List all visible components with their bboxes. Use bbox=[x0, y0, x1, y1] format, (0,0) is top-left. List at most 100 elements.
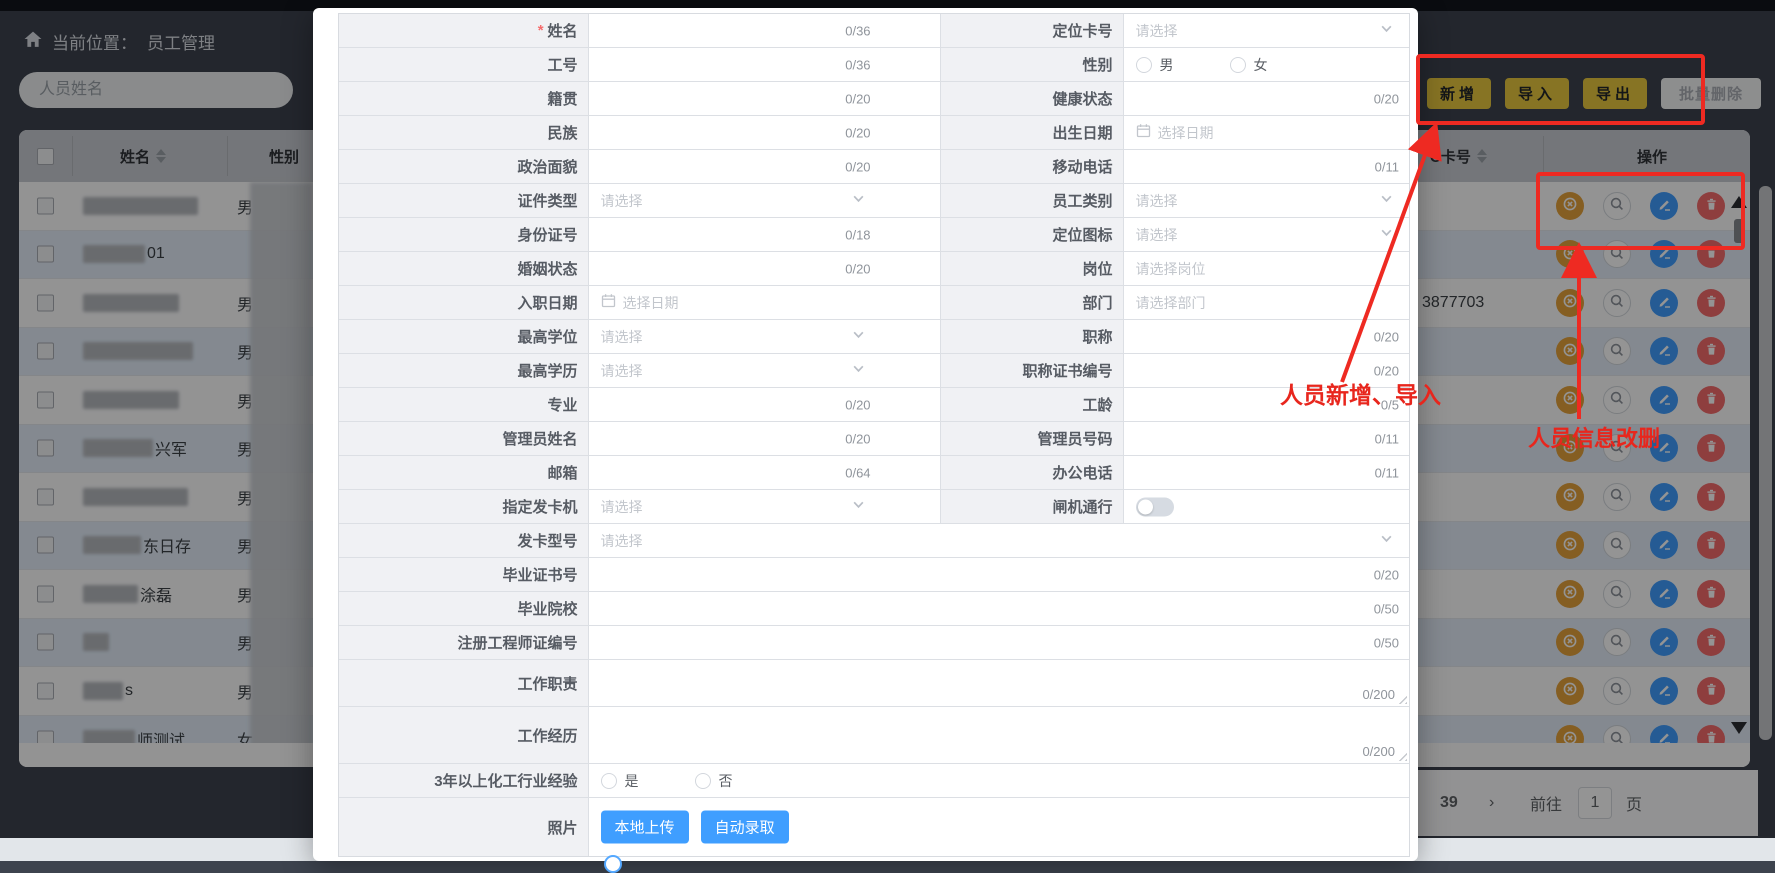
radio-button[interactable] bbox=[695, 773, 711, 789]
input-zone[interactable]: 0/11 bbox=[1124, 456, 1409, 489]
input-zone[interactable]: 请选择岗位 bbox=[1124, 252, 1409, 285]
form-field[interactable]: 0/36 bbox=[589, 14, 940, 47]
form-field[interactable]: 0/5 bbox=[1124, 388, 1409, 421]
form-field[interactable]: 0/20 bbox=[589, 116, 940, 149]
input-zone[interactable]: 0/20 bbox=[589, 116, 881, 149]
radio-button[interactable] bbox=[1230, 57, 1246, 73]
input-zone[interactable]: 0/20 bbox=[1124, 320, 1409, 353]
form-field[interactable]: 0/200 bbox=[589, 660, 1409, 706]
chevron-down-icon[interactable] bbox=[852, 362, 865, 380]
chevron-down-icon[interactable] bbox=[852, 498, 865, 516]
form-field[interactable]: 选择日期 bbox=[1124, 116, 1409, 149]
input-zone[interactable]: 0/11 bbox=[1124, 422, 1409, 455]
form-field[interactable]: 是否 bbox=[589, 764, 1409, 797]
input-zone[interactable]: 0/20 bbox=[1124, 354, 1409, 387]
form-field[interactable] bbox=[1124, 490, 1409, 523]
input-zone[interactable]: 男女 bbox=[1124, 48, 1409, 81]
input-zone[interactable]: 0/50 bbox=[589, 626, 1409, 659]
input-zone[interactable]: 0/200 bbox=[589, 707, 1409, 763]
input-zone[interactable]: 请选择 bbox=[589, 524, 1409, 557]
form-field[interactable]: 请选择 bbox=[589, 490, 940, 523]
chevron-down-icon[interactable] bbox=[852, 192, 865, 210]
input-zone[interactable]: 0/50 bbox=[589, 592, 1409, 625]
input-zone[interactable]: 0/20 bbox=[589, 558, 1409, 591]
input-zone[interactable]: 0/200 bbox=[589, 660, 1409, 706]
input-zone[interactable]: 是否 bbox=[589, 764, 1409, 797]
form-field[interactable]: 请选择岗位 bbox=[1124, 252, 1409, 285]
form-field[interactable]: 请选择部门 bbox=[1124, 286, 1409, 319]
form-field[interactable]: 请选择 bbox=[1124, 14, 1409, 47]
form-field[interactable]: 0/20 bbox=[589, 422, 940, 455]
input-zone[interactable]: 0/20 bbox=[589, 150, 881, 183]
form-field[interactable]: 0/36 bbox=[589, 48, 940, 81]
input-zone[interactable]: 请选择 bbox=[1124, 184, 1409, 217]
form-field[interactable]: 0/20 bbox=[589, 150, 940, 183]
input-zone[interactable]: 请选择 bbox=[589, 320, 881, 353]
input-zone[interactable]: 0/64 bbox=[589, 456, 881, 489]
input-zone[interactable]: 请选择 bbox=[1124, 218, 1409, 251]
form-field[interactable]: 0/11 bbox=[1124, 422, 1409, 455]
input-zone[interactable]: 选择日期 bbox=[589, 286, 881, 319]
resize-handle[interactable] bbox=[1397, 751, 1407, 761]
radio-button[interactable] bbox=[601, 773, 617, 789]
chevron-down-icon[interactable] bbox=[1380, 192, 1393, 210]
input-zone[interactable]: 0/18 bbox=[589, 218, 881, 251]
chevron-down-icon[interactable] bbox=[1380, 226, 1393, 244]
form-field[interactable]: 0/11 bbox=[1124, 456, 1409, 489]
form-field[interactable]: 0/20 bbox=[1124, 82, 1409, 115]
local-upload-button[interactable]: 本地上传 bbox=[601, 811, 689, 844]
form-field[interactable]: 请选择 bbox=[1124, 218, 1409, 251]
input-zone[interactable]: 请选择 bbox=[589, 354, 881, 387]
form-label: 婚姻状态 bbox=[339, 252, 589, 285]
calendar-icon[interactable] bbox=[601, 293, 616, 313]
input-zone[interactable]: 0/20 bbox=[589, 82, 881, 115]
chevron-down-icon[interactable] bbox=[1380, 532, 1393, 550]
form-field[interactable]: 本地上传自动录取 bbox=[589, 798, 1409, 856]
input-zone[interactable]: 0/20 bbox=[589, 388, 881, 421]
form-field[interactable]: 0/64 bbox=[589, 456, 940, 489]
form-field[interactable]: 0/11 bbox=[1124, 150, 1409, 183]
input-zone[interactable]: 请选择 bbox=[1124, 14, 1409, 47]
radio-button[interactable] bbox=[1136, 57, 1152, 73]
form-field[interactable]: 0/20 bbox=[589, 558, 1409, 591]
form-field[interactable]: 请选择 bbox=[1124, 184, 1409, 217]
input-zone[interactable]: 0/20 bbox=[1124, 82, 1409, 115]
form-field[interactable]: 男女 bbox=[1124, 48, 1409, 81]
toggle-switch[interactable] bbox=[1136, 497, 1174, 516]
form-field[interactable]: 请选择 bbox=[589, 524, 1409, 557]
form-field[interactable]: 0/20 bbox=[1124, 354, 1409, 387]
input-zone[interactable]: 0/20 bbox=[589, 252, 881, 285]
input-zone[interactable]: 0/11 bbox=[1124, 150, 1409, 183]
input-zone[interactable]: 0/36 bbox=[589, 48, 881, 81]
calendar-icon[interactable] bbox=[1136, 123, 1151, 143]
form-field[interactable]: 请选择 bbox=[589, 354, 940, 387]
form-label-text: 身份证号 bbox=[518, 224, 578, 245]
chevron-down-icon[interactable] bbox=[1380, 22, 1393, 40]
form-field[interactable]: 请选择 bbox=[589, 320, 940, 353]
form-label-text: 邮箱 bbox=[548, 462, 578, 483]
auto-capture-button[interactable]: 自动录取 bbox=[701, 811, 789, 844]
form-field[interactable]: 0/200 bbox=[589, 707, 1409, 763]
form-field[interactable]: 0/20 bbox=[589, 388, 940, 421]
form-field[interactable]: 0/20 bbox=[1124, 320, 1409, 353]
input-zone[interactable]: 选择日期 bbox=[1124, 116, 1409, 149]
input-zone[interactable]: 0/20 bbox=[589, 422, 881, 455]
input-zone[interactable]: 请选择部门 bbox=[1124, 286, 1409, 319]
form-field[interactable]: 0/50 bbox=[589, 592, 1409, 625]
form-row: 政治面貌0/20移动电话0/11 bbox=[339, 150, 1409, 184]
input-zone[interactable]: 0/5 bbox=[1124, 388, 1409, 421]
form-field[interactable]: 选择日期 bbox=[589, 286, 940, 319]
input-zone[interactable]: 本地上传自动录取 bbox=[589, 798, 1409, 856]
form-field[interactable]: 0/50 bbox=[589, 626, 1409, 659]
form-field[interactable]: 请选择 bbox=[589, 184, 940, 217]
input-zone[interactable]: 请选择 bbox=[589, 490, 881, 523]
resize-handle[interactable] bbox=[1397, 694, 1407, 704]
input-zone[interactable]: 请选择 bbox=[589, 184, 881, 217]
form-field[interactable]: 0/18 bbox=[589, 218, 940, 251]
input-zone[interactable] bbox=[1124, 490, 1409, 523]
form-field[interactable]: 0/20 bbox=[589, 252, 940, 285]
form-field[interactable]: 0/20 bbox=[589, 82, 940, 115]
chevron-down-icon[interactable] bbox=[852, 328, 865, 346]
input-placeholder: 选择日期 bbox=[1158, 123, 1214, 143]
input-zone[interactable]: 0/36 bbox=[589, 14, 881, 47]
